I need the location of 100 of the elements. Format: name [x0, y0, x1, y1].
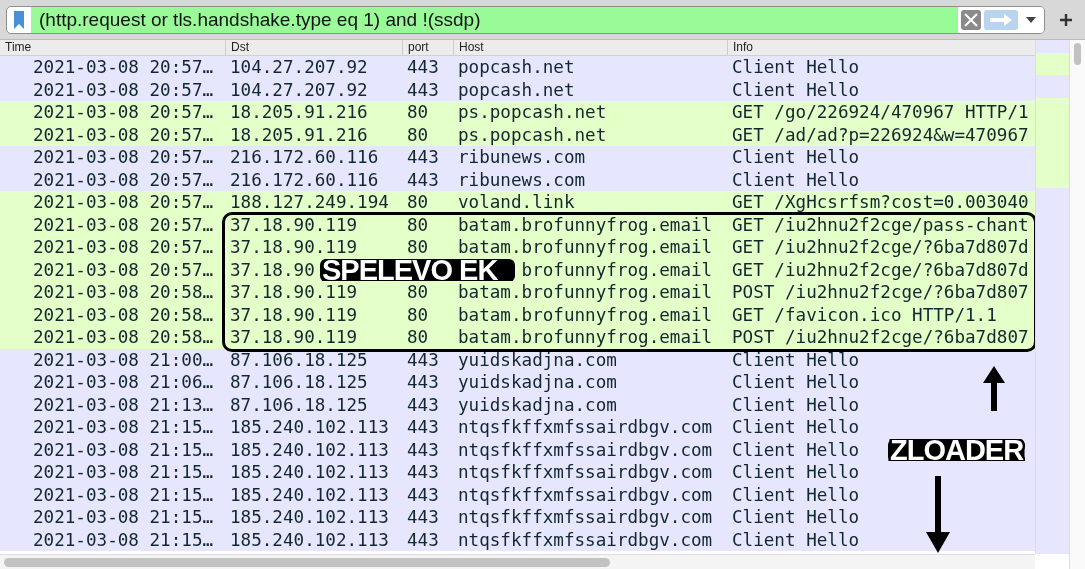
table-cell-text: 80: [406, 282, 429, 303]
vertical-scrollbar[interactable]: [1069, 40, 1085, 569]
table-cell-text: GET /iu2hnu2f2cge/?6ba7d807d: [731, 237, 1029, 258]
packet-row[interactable]: 2021-03-08 21:15… 185.240.102.113 443 ntqsfkffxmfssairdbgv.com Client Hello: [0, 483, 1035, 506]
column-header[interactable]: Dst: [225, 40, 402, 55]
table-cell-text: yuidskadjna.com: [457, 394, 617, 415]
packet-row[interactable]: 2021-03-08 21:15… 185.240.102.113 443 ntqsfkffxmfssairdbgv.com Client Hello: [0, 528, 1035, 551]
table-cell-text: ntqsfkffxmfssairdbgv.com: [457, 529, 713, 550]
table-cell-text: batam.brofunnyfrog.email: [457, 327, 713, 348]
bookmark-icon[interactable]: [13, 9, 25, 30]
table-cell-text: 80: [406, 327, 429, 348]
table-cell-text: 443: [406, 169, 439, 190]
packet-row[interactable]: 2021-03-08 20:57… 37.18.90.119 80 batam.brofunnyfrog.email GET /iu2hnu2f2cge/pass-chant: [0, 213, 1035, 236]
table-cell-text: 37.18.90.119: [229, 327, 358, 348]
annotation-label: ZLOADER: [888, 438, 1025, 462]
table-cell-text: 37.18.90: [229, 259, 315, 280]
table-cell-text: 18.205.91.216: [229, 124, 368, 145]
column-header[interactable]: port: [402, 40, 453, 55]
table-cell-text: 18.205.91.216: [229, 102, 368, 123]
table-cell-text: 2021-03-08 21:15…: [32, 484, 214, 505]
table-cell-text: 2021-03-08 20:57…: [32, 169, 214, 190]
table-cell-text: 185.240.102.113: [229, 417, 389, 438]
table-cell-text: ribunews.com: [457, 147, 586, 168]
filter-field[interactable]: (http.request or tls.handshake.type eq 1) and !(ssdp): [6, 5, 1045, 34]
table-cell-text: 2021-03-08 20:57…: [32, 147, 214, 168]
table-cell-text: 185.240.102.113: [229, 439, 389, 460]
table-cell-text: 37.18.90.119: [229, 304, 358, 325]
packet-row[interactable]: 2021-03-08 20:57… 216.172.60.116 443 ribunews.com Client Hello: [0, 168, 1035, 191]
packet-row[interactable]: 2021-03-08 20:58… 37.18.90.119 80 batam.brofunnyfrog.email POST /iu2hnu2f2cge/?6ba7d807: [0, 326, 1035, 349]
packet-row[interactable]: 2021-03-08 21:15… 185.240.102.113 443 ntqsfkffxmfssairdbgv.com Client Hello ZLOADER: [0, 438, 1035, 461]
column-header[interactable]: Time: [0, 40, 225, 55]
table-cell-text: 443: [406, 507, 439, 528]
table-cell-text: 104.27.207.92: [229, 79, 368, 100]
table-cell-text: ps.popcash.net: [457, 102, 607, 123]
table-cell-text: 443: [406, 439, 439, 460]
packet-row[interactable]: 2021-03-08 20:57… 104.27.207.92 443 popcash.net Client Hello: [0, 56, 1035, 79]
table-cell-text: GET /ad/ad?p=226924&w=470967: [731, 124, 1029, 145]
table-cell-text: GET /favicon.ico HTTP/1.1: [731, 304, 997, 325]
packet-row[interactable]: 2021-03-08 20:58… 37.18.90.119 80 batam.brofunnyfrog.email GET /favicon.ico HTTP/1.1: [0, 303, 1035, 326]
column-header[interactable]: Host: [453, 40, 727, 55]
table-cell-text: 216.172.60.116: [229, 147, 379, 168]
table-cell-text: 2021-03-08 20:57…: [32, 237, 214, 258]
table-cell-text: Client Hello: [731, 79, 860, 100]
table-cell-text: Client Hello: [731, 57, 860, 78]
packet-row[interactable]: 2021-03-08 20:57… 18.205.91.216 80 ps.popcash.net GET /ad/ad?p=226924&w=470967: [0, 123, 1035, 146]
table-cell-text: ntqsfkffxmfssairdbgv.com: [457, 507, 713, 528]
table-cell-text: 80: [406, 102, 429, 123]
table-cell-text: GET /go/226924/470967 HTTP/1: [731, 102, 1029, 123]
table-cell-text: Client Hello: [731, 394, 860, 415]
table-cell-text: 2021-03-08 20:57…: [32, 124, 214, 145]
table-cell-text: 216.172.60.116: [229, 169, 379, 190]
packet-row[interactable]: 2021-03-08 20:57… 188.127.249.194 80 voland.link GET /XgHcsrfsm?cost=0.003040: [0, 191, 1035, 214]
table-cell-text: ntqsfkffxmfssairdbgv.com: [457, 484, 713, 505]
table-cell-text: 2021-03-08 20:57…: [32, 214, 214, 235]
table-cell-text: Client Hello: [731, 147, 860, 168]
table-cell-text: batam.brofunnyfrog.email: [457, 237, 713, 258]
table-cell-text: batam.brofunnyfrog.email: [457, 282, 713, 303]
table-cell-text: popcash.net: [457, 79, 575, 100]
packet-row[interactable]: 2021-03-08 21:15… 185.240.102.113 443 ntqsfkffxmfssairdbgv.com Client Hello: [0, 461, 1035, 484]
table-cell-text: 2021-03-08 21:15…: [32, 439, 214, 460]
packet-row[interactable]: 2021-03-08 20:57… 37.18.90.119 80 batam.brofunnyfrog.email GET /iu2hnu2f2cge/?6ba7d807d: [0, 236, 1035, 259]
horizontal-scrollbar[interactable]: [0, 554, 1035, 569]
table-cell-text: popcash.net: [457, 57, 575, 78]
table-cell-text: 80: [406, 237, 429, 258]
table-cell-text: 443: [406, 349, 439, 370]
table-cell-text: 443: [406, 529, 439, 550]
table-cell-text: 2021-03-08 21:00…: [32, 349, 214, 370]
table-cell-text: 2021-03-08 20:58…: [32, 282, 214, 303]
table-cell-text: 185.240.102.113: [229, 529, 389, 550]
table-cell-text: 2021-03-08 20:58…: [32, 304, 214, 325]
table-cell-text: 2021-03-08 21:13…: [32, 394, 214, 415]
table-cell-text: Client Hello: [731, 529, 860, 550]
packet-row[interactable]: 2021-03-08 20:57… 18.205.91.216 80 ps.popcash.net GET /go/226924/470967 HTTP/1: [0, 101, 1035, 124]
packet-row[interactable]: 2021-03-08 20:57… 37.18.90 SPELEVO EK brofunnyfrog.email GET /iu2hnu2f2cge/?6ba7d807d: [0, 258, 1035, 281]
table-cell-text: 185.240.102.113: [229, 462, 389, 483]
table-cell-text: 37.18.90.119: [229, 282, 358, 303]
table-cell-text: 2021-03-08 20:57…: [32, 79, 214, 100]
table-cell-text: 80: [406, 124, 429, 145]
table-cell-text: voland.link: [457, 192, 575, 213]
packet-row[interactable]: 2021-03-08 20:57… 104.27.207.92 443 popcash.net Client Hello: [0, 78, 1035, 101]
table-cell-text: 188.127.249.194: [229, 192, 389, 213]
table-cell-text: ntqsfkffxmfssairdbgv.com: [457, 462, 713, 483]
table-cell-text: Client Hello: [731, 507, 860, 528]
packet-row[interactable]: 2021-03-08 21:06… 87.106.18.125 443 yuidskadjna.com Client Hello: [0, 371, 1035, 394]
up-arrow: [982, 365, 1006, 413]
packet-row[interactable]: 2021-03-08 20:58… 37.18.90.119 80 batam.brofunnyfrog.email POST /iu2hnu2f2cge/?6ba7d807: [0, 281, 1035, 304]
table-cell-text: Client Hello: [731, 462, 860, 483]
packet-row[interactable]: 2021-03-08 21:13… 87.106.18.125 443 yuidskadjna.com Client Hello: [0, 393, 1035, 416]
table-cell-text: 2021-03-08 21:06…: [32, 372, 214, 393]
table-cell-text: brofunnyfrog.email: [520, 259, 713, 280]
table-cell-text: yuidskadjna.com: [457, 349, 617, 370]
table-cell-text: Client Hello: [731, 349, 860, 370]
table-cell-text: 2021-03-08 20:58…: [32, 327, 214, 348]
table-cell-text: 104.27.207.92: [229, 57, 368, 78]
clear-icon[interactable]: [961, 9, 981, 30]
table-cell-text: 87.106.18.125: [229, 372, 368, 393]
table-cell-text: 87.106.18.125: [229, 349, 368, 370]
packet-row[interactable]: 2021-03-08 21:15… 185.240.102.113 443 ntqsfkffxmfssairdbgv.com Client Hello: [0, 506, 1035, 529]
packet-row[interactable]: 2021-03-08 20:57… 216.172.60.116 443 ribunews.com Client Hello: [0, 146, 1035, 169]
packet-row[interactable]: 2021-03-08 21:15… 185.240.102.113 443 ntqsfkffxmfssairdbgv.com Client Hello: [0, 416, 1035, 439]
